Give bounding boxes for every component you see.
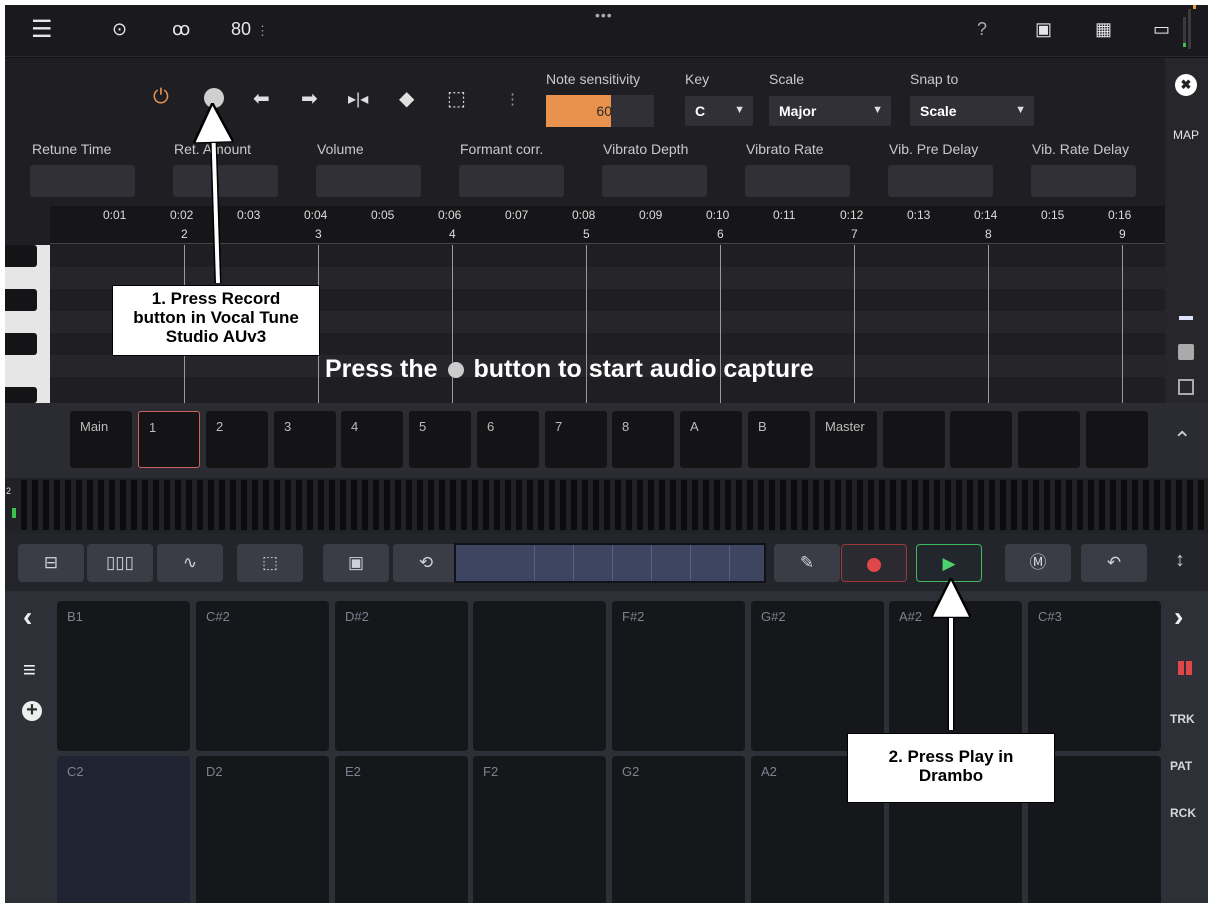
annotation-record: 1. Press Record button in Vocal Tune Stu… bbox=[112, 285, 320, 356]
annotation-line: 2. Press Play in bbox=[888, 747, 1014, 766]
annotation-line: button in Vocal Tune bbox=[133, 308, 299, 327]
annotation-line: Studio AUv3 bbox=[165, 327, 267, 346]
annotation-play: 2. Press Play in Drambo bbox=[847, 733, 1055, 803]
annotation-line: Drambo bbox=[918, 766, 984, 785]
annotation-line: 1. Press Record bbox=[151, 289, 281, 308]
